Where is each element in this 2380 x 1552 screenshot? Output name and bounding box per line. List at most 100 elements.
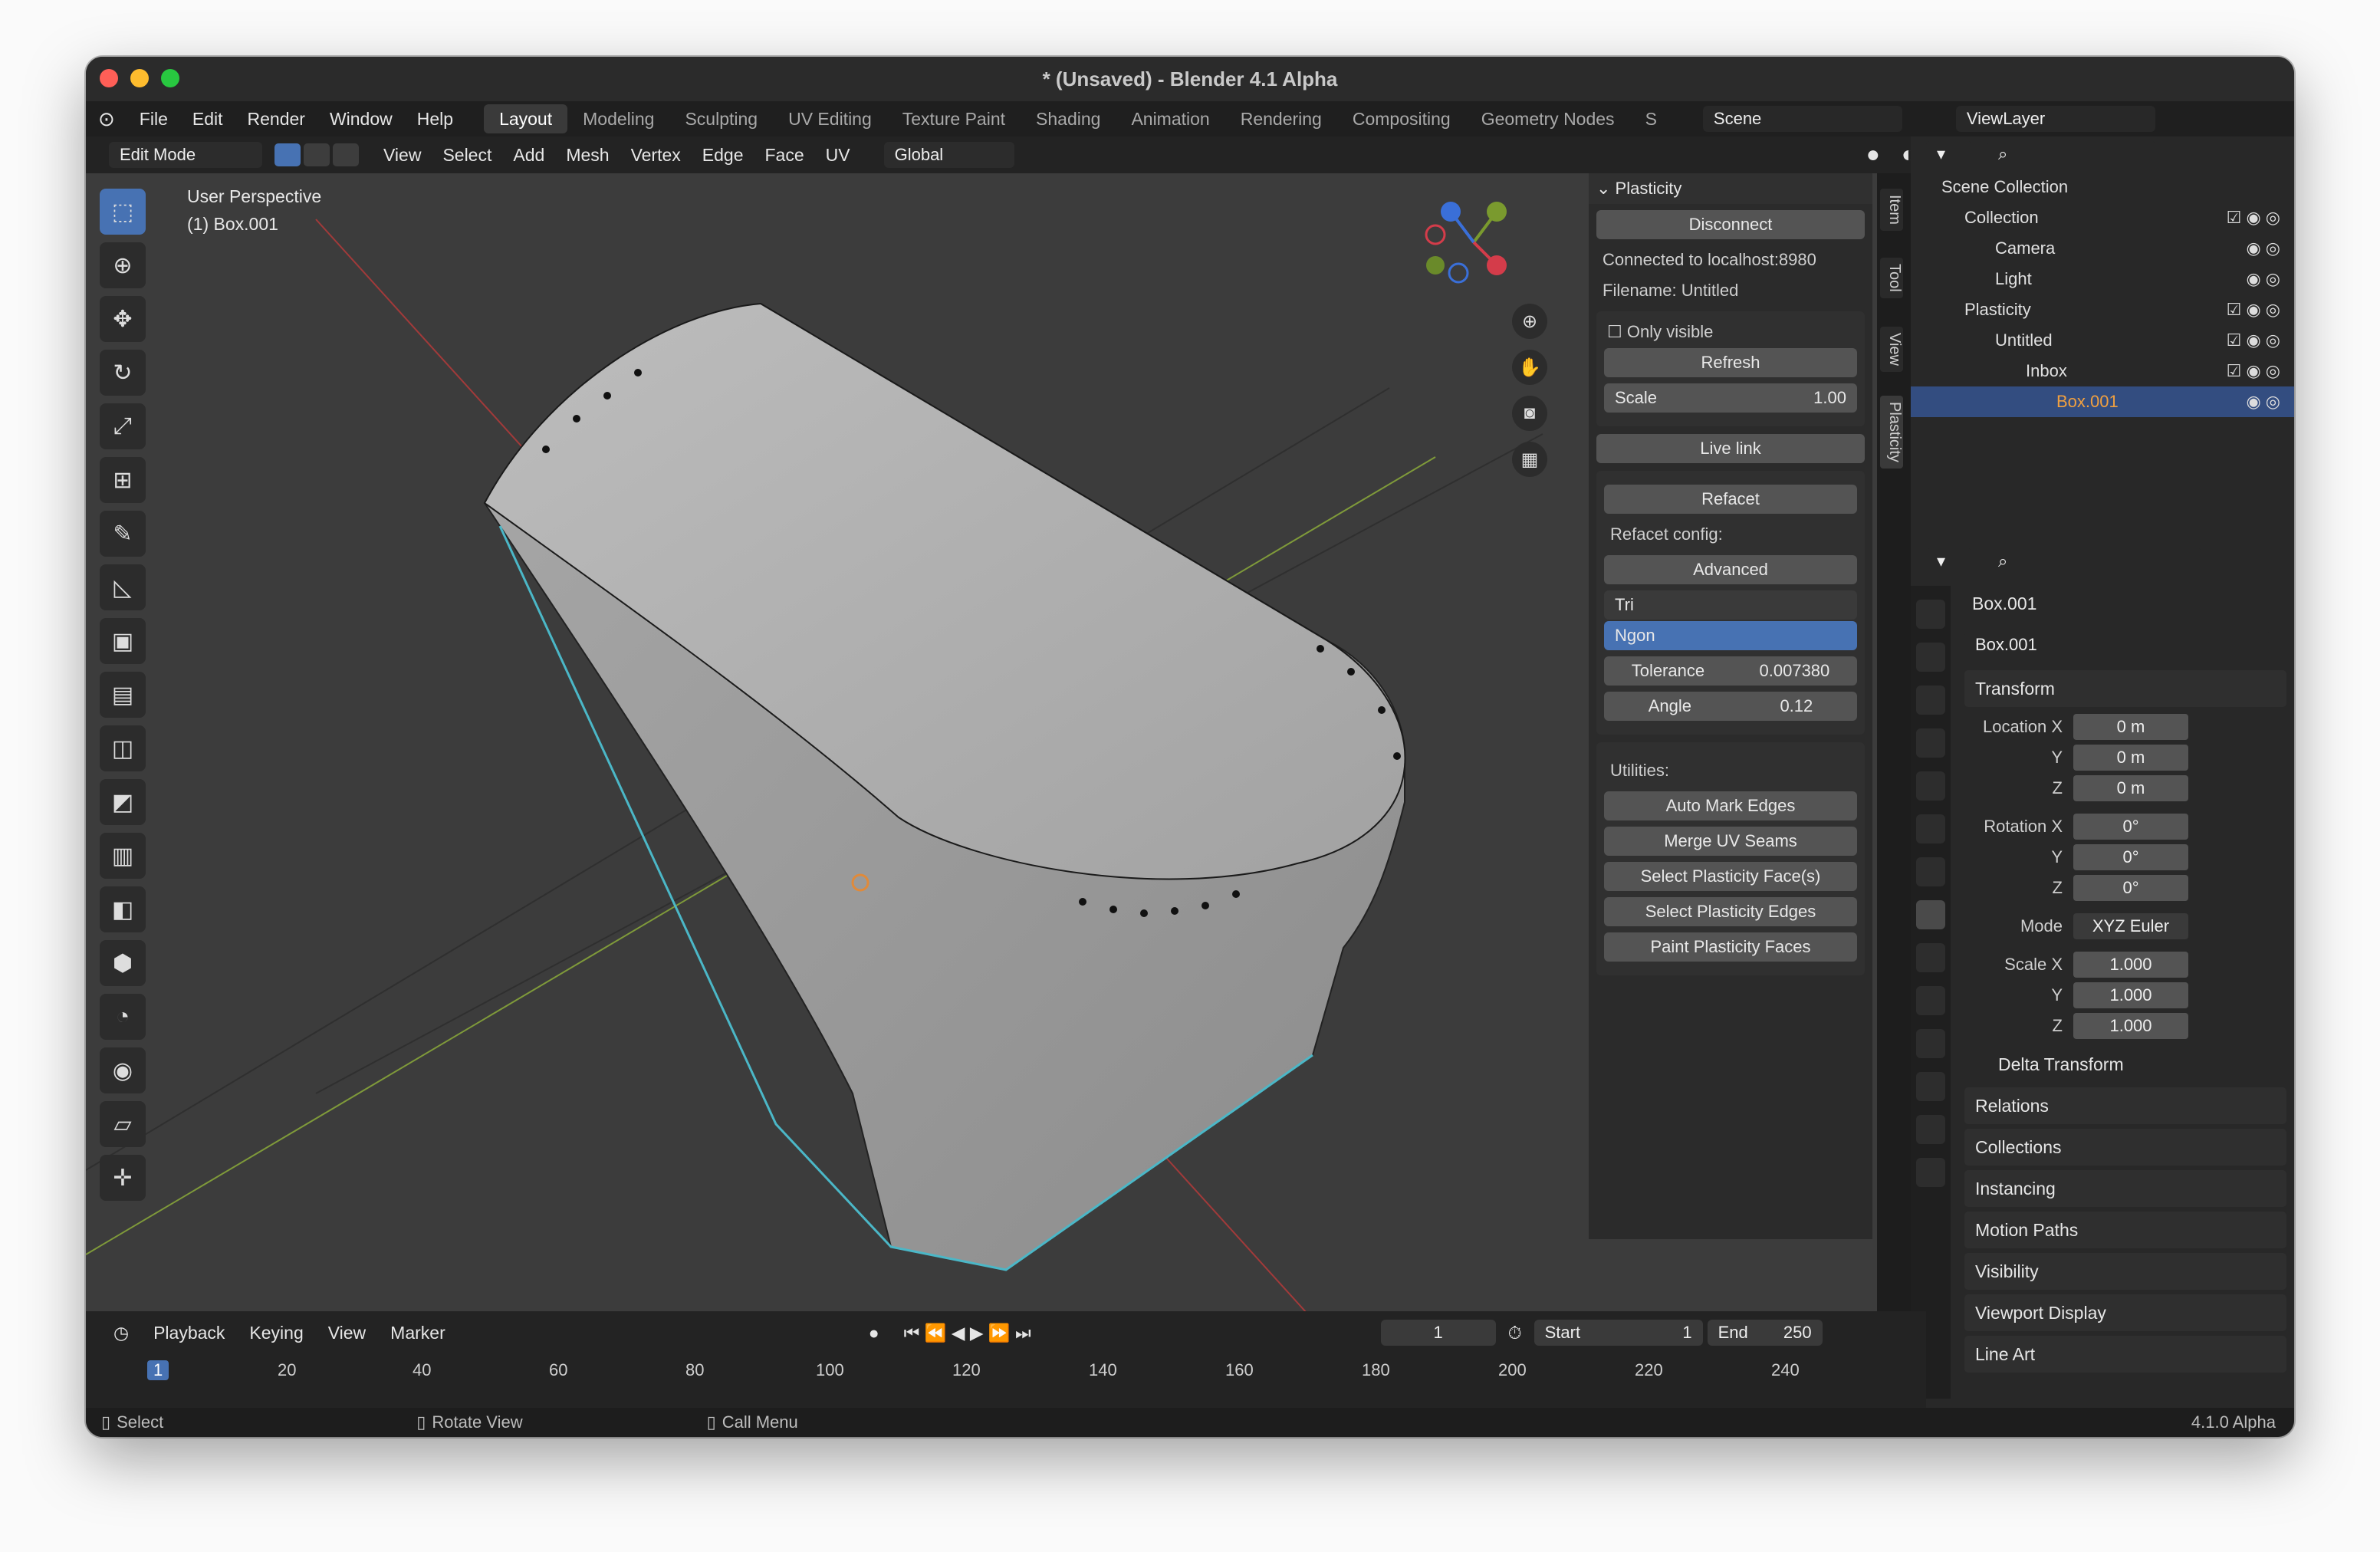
material-tab-icon[interactable]: [1916, 1158, 1945, 1187]
refresh-button[interactable]: Refresh: [1604, 348, 1857, 377]
camera-view-icon[interactable]: ◙: [1512, 396, 1547, 431]
spin-icon[interactable]: ◔: [100, 994, 146, 1040]
marker-menu[interactable]: Marker: [378, 1323, 458, 1343]
menu-edge[interactable]: Edge: [692, 145, 754, 166]
outliner-row-camera[interactable]: Camera ◉ ◎: [1911, 233, 2294, 264]
refacet-button[interactable]: Refacet: [1604, 485, 1857, 514]
tab-tool[interactable]: Tool: [1880, 258, 1903, 298]
scale-y-field[interactable]: 1.000: [2073, 982, 2188, 1008]
blender-logo-icon[interactable]: ⊙: [86, 107, 127, 131]
extrude-icon[interactable]: ▤: [100, 672, 146, 718]
delta-transform-section[interactable]: Delta Transform: [1987, 1046, 2286, 1083]
tab-animation[interactable]: Animation: [1116, 104, 1225, 133]
menu-edit[interactable]: Edit: [180, 109, 235, 130]
editor-type-icon[interactable]: ◷: [101, 1323, 141, 1343]
location-y-field[interactable]: 0 m: [2073, 745, 2188, 771]
menu-face[interactable]: Face: [754, 145, 815, 166]
menu-help[interactable]: Help: [405, 109, 465, 130]
rotate-icon[interactable]: ↻: [100, 350, 146, 396]
close-button[interactable]: [100, 69, 118, 87]
rotation-x-field[interactable]: 0°: [2073, 814, 2188, 840]
scale-icon[interactable]: ⤢: [100, 403, 146, 449]
minimize-button[interactable]: [130, 69, 149, 87]
data-tab-icon[interactable]: [1916, 1115, 1945, 1144]
outliner-row-untitled[interactable]: Untitled ☑ ◉ ◎: [1911, 325, 2294, 356]
orientation-selector[interactable]: Global: [883, 142, 1014, 168]
current-frame-field[interactable]: 1: [1380, 1320, 1496, 1346]
physics-tab-icon[interactable]: [1916, 1029, 1945, 1058]
outliner-row-plasticity[interactable]: Plasticity ☑ ◉ ◎: [1911, 294, 2294, 325]
record-icon[interactable]: ●: [856, 1323, 892, 1343]
rotation-y-field[interactable]: 0°: [2073, 844, 2188, 870]
vertex-select-button[interactable]: [274, 143, 301, 166]
tab-uv-editing[interactable]: UV Editing: [773, 104, 887, 133]
merge-uv-seams-button[interactable]: Merge UV Seams: [1604, 827, 1857, 856]
constraints-tab-icon[interactable]: [1916, 1072, 1945, 1101]
menu-vertex[interactable]: Vertex: [620, 145, 692, 166]
tab-view[interactable]: View: [1880, 327, 1903, 372]
scale-field[interactable]: Scale 1.00: [1604, 383, 1857, 413]
move-icon[interactable]: ✥: [100, 296, 146, 342]
measure-icon[interactable]: ◺: [100, 564, 146, 610]
x-axis-icon[interactable]: [1487, 255, 1507, 275]
instancing-section[interactable]: Instancing: [1964, 1170, 2286, 1207]
tab-geometry-nodes[interactable]: Geometry Nodes: [1466, 104, 1630, 133]
poly-build-icon[interactable]: ⬢: [100, 940, 146, 986]
object-tab-icon[interactable]: [1916, 900, 1945, 929]
y-axis-icon[interactable]: [1487, 202, 1507, 222]
menu-select[interactable]: Select: [432, 145, 502, 166]
outliner-row-box001[interactable]: Box.001 ◉ ◎: [1911, 386, 2294, 417]
tab-layout[interactable]: Layout: [484, 104, 568, 133]
outliner-filter-icon[interactable]: ▾: [1926, 141, 1972, 167]
outliner-row-inbox[interactable]: Inbox ☑ ◉ ◎: [1911, 356, 2294, 386]
pan-hand-icon[interactable]: ✋: [1512, 350, 1547, 385]
menu-render[interactable]: Render: [235, 109, 317, 130]
outliner-row-collection[interactable]: Collection ☑ ◉ ◎: [1911, 202, 2294, 233]
tab-scripting[interactable]: S: [1630, 104, 1672, 133]
tolerance-field[interactable]: Tolerance 0.007380: [1604, 656, 1857, 686]
visibility-section[interactable]: Visibility: [1964, 1253, 2286, 1290]
visibility-eye-icon[interactable]: ◉ ◎: [2246, 392, 2280, 412]
visibility-eye-icon[interactable]: ☑ ◉ ◎: [2227, 208, 2280, 228]
disconnect-button[interactable]: Disconnect: [1596, 210, 1865, 239]
select-box-icon[interactable]: ⬚: [100, 189, 146, 235]
zoom-button[interactable]: [161, 69, 179, 87]
render-tab-icon[interactable]: [1916, 643, 1945, 672]
collection-tab-icon[interactable]: [1916, 857, 1945, 886]
add-cube-icon[interactable]: ▣: [100, 618, 146, 664]
chevron-down-icon[interactable]: ⌄: [1596, 179, 1616, 199]
rip-icon[interactable]: ✛: [100, 1155, 146, 1201]
knife-icon[interactable]: ◧: [100, 886, 146, 932]
scale-x-field[interactable]: 1.000: [2073, 952, 2188, 978]
view-menu[interactable]: View: [316, 1323, 378, 1343]
menu-file[interactable]: File: [127, 109, 180, 130]
playback-menu[interactable]: Playback: [141, 1323, 237, 1343]
ortho-grid-icon[interactable]: ▦: [1512, 442, 1547, 477]
tab-compositing[interactable]: Compositing: [1337, 104, 1466, 133]
output-tab-icon[interactable]: [1916, 686, 1945, 715]
preview-range-icon[interactable]: ⏱: [1496, 1323, 1534, 1343]
location-z-field[interactable]: 0 m: [2073, 775, 2188, 801]
paint-plasticity-faces-button[interactable]: Paint Plasticity Faces: [1604, 932, 1857, 962]
visibility-eye-icon[interactable]: ◉ ◎: [2246, 238, 2280, 258]
smooth-icon[interactable]: ◉: [100, 1047, 146, 1093]
shading-solid-icon[interactable]: ●: [1856, 142, 1891, 168]
z-axis-icon[interactable]: [1441, 202, 1461, 222]
advanced-toggle[interactable]: Advanced: [1604, 555, 1857, 584]
keying-menu[interactable]: Keying: [237, 1323, 315, 1343]
zoom-icon[interactable]: ⊕: [1512, 304, 1547, 339]
modifier-tab-icon[interactable]: [1916, 943, 1945, 972]
scene-tab-icon[interactable]: [1916, 771, 1945, 801]
scene-selector[interactable]: Scene: [1702, 106, 1902, 132]
object-name-field[interactable]: Box.001: [1964, 632, 2271, 658]
menu-view[interactable]: View: [373, 145, 432, 166]
scale-z-field[interactable]: 1.000: [2073, 1013, 2188, 1039]
outliner-row-scene-collection[interactable]: Scene Collection: [1911, 172, 2294, 202]
only-visible-checkbox[interactable]: ☐ Only visible: [1607, 322, 1854, 342]
start-frame-field[interactable]: Start 1: [1534, 1320, 1703, 1346]
tab-item[interactable]: Item: [1880, 189, 1903, 231]
world-tab-icon[interactable]: [1916, 814, 1945, 843]
playhead-frame[interactable]: 1: [147, 1360, 169, 1380]
tab-shading[interactable]: Shading: [1021, 104, 1116, 133]
navigation-gizmo[interactable]: [1420, 189, 1527, 296]
